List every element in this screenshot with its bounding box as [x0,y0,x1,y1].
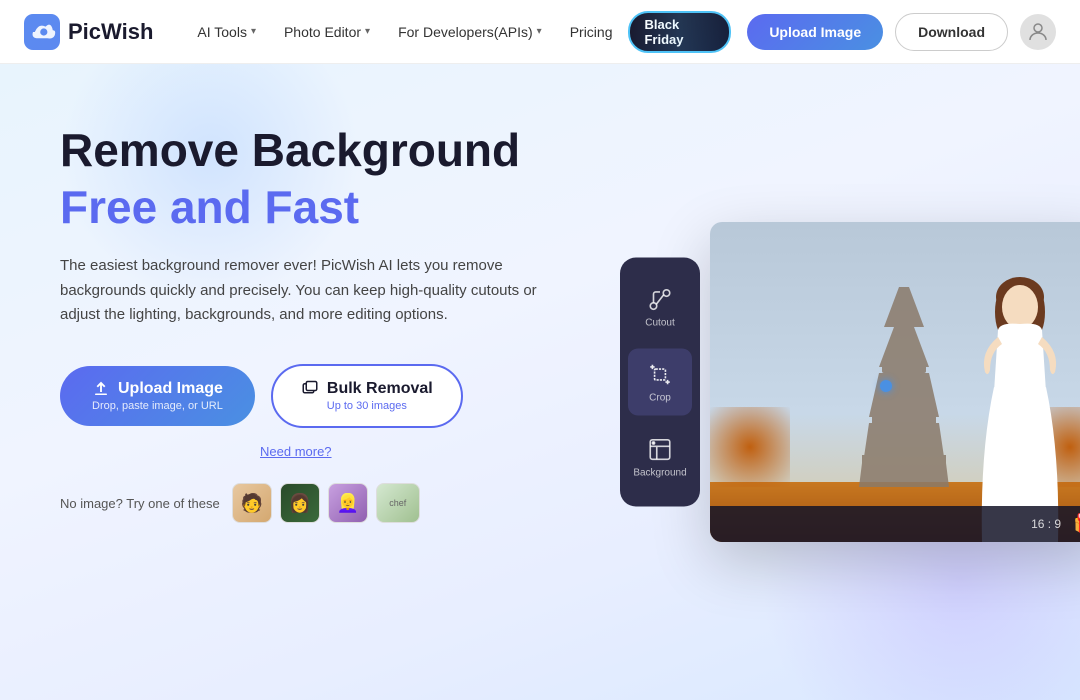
chevron-down-icon: ▾ [251,26,256,37]
tool-background[interactable]: Background [628,424,692,491]
hero-description: The easiest background remover ever! Pic… [60,254,540,328]
bulk-removal-button[interactable]: Bulk Removal Up to 30 images [271,364,463,428]
sample-thumb-4[interactable]: chef [376,483,420,523]
ratio-label: 16 : 9 [1031,517,1061,531]
cta-row: Upload Image Drop, paste image, or URL B… [60,364,560,428]
subject-person [950,252,1080,542]
nav-pricing[interactable]: Pricing [558,16,625,48]
sample-label: No image? Try one of these [60,496,220,511]
main-content: Remove Background Free and Fast The easi… [0,64,1080,700]
logo-icon [24,14,60,50]
user-icon [1026,20,1050,44]
editor-tools-panel: Cutout Crop [620,258,700,507]
need-more-link[interactable]: Need more? [260,444,560,459]
sample-images: 🧑 👩 👱‍♀️ chef [232,483,420,523]
cutout-icon [647,287,673,313]
hero-headline-line2: Free and Fast [60,181,560,234]
main-nav: AI Tools ▾ Photo Editor ▾ For Developers… [185,11,731,53]
chevron-down-icon: ▾ [537,26,542,37]
sample-thumb-3[interactable]: 👱‍♀️ [328,483,368,523]
logo-text: PicWish [68,19,153,45]
chevron-down-icon: ▾ [365,26,370,37]
hero-upload-button[interactable]: Upload Image Drop, paste image, or URL [60,366,255,426]
tool-cutout-label: Cutout [645,318,674,329]
tool-background-label: Background [633,468,686,479]
tool-crop[interactable]: Crop [628,349,692,416]
sample-thumb-2[interactable]: 👩 [280,483,320,523]
tree-left [710,407,790,487]
tool-crop-label: Crop [649,393,671,404]
crop-icon [647,362,673,388]
photo-preview: 16 : 9 🎁 [710,222,1080,542]
background-icon [647,437,673,463]
hero-headline-line1: Remove Background [60,124,560,177]
gift-icon: 🎁 [1073,512,1080,537]
photo-meta-bar: 16 : 9 🎁 [710,506,1080,542]
download-button[interactable]: Download [895,13,1008,51]
black-friday-badge[interactable]: Black Friday [628,11,731,53]
logo[interactable]: PicWish [24,14,153,50]
bulk-icon [301,380,319,398]
eiffel-scene [710,222,1080,542]
header-actions: Upload Image Download [747,13,1056,51]
upload-sub-label: Drop, paste image, or URL [92,400,223,412]
nav-photo-editor[interactable]: Photo Editor ▾ [272,16,382,48]
upload-arrow-icon [92,380,110,398]
header: PicWish AI Tools ▾ Photo Editor ▾ For De… [0,0,1080,64]
eiffel-tower-icon [844,287,964,487]
hero-right: Cutout Crop [560,64,1080,700]
sample-row: No image? Try one of these 🧑 👩 👱‍♀️ chef [60,483,560,523]
tool-cutout[interactable]: Cutout [628,274,692,341]
brush-indicator [880,380,892,392]
sample-thumb-1[interactable]: 🧑 [232,483,272,523]
upload-image-button[interactable]: Upload Image [747,14,883,50]
avatar[interactable] [1020,14,1056,50]
hero-left: Remove Background Free and Fast The easi… [0,64,560,700]
bulk-sub-label: Up to 30 images [327,400,407,412]
nav-developers[interactable]: For Developers(APIs) ▾ [386,16,554,48]
nav-ai-tools[interactable]: AI Tools ▾ [185,16,268,48]
